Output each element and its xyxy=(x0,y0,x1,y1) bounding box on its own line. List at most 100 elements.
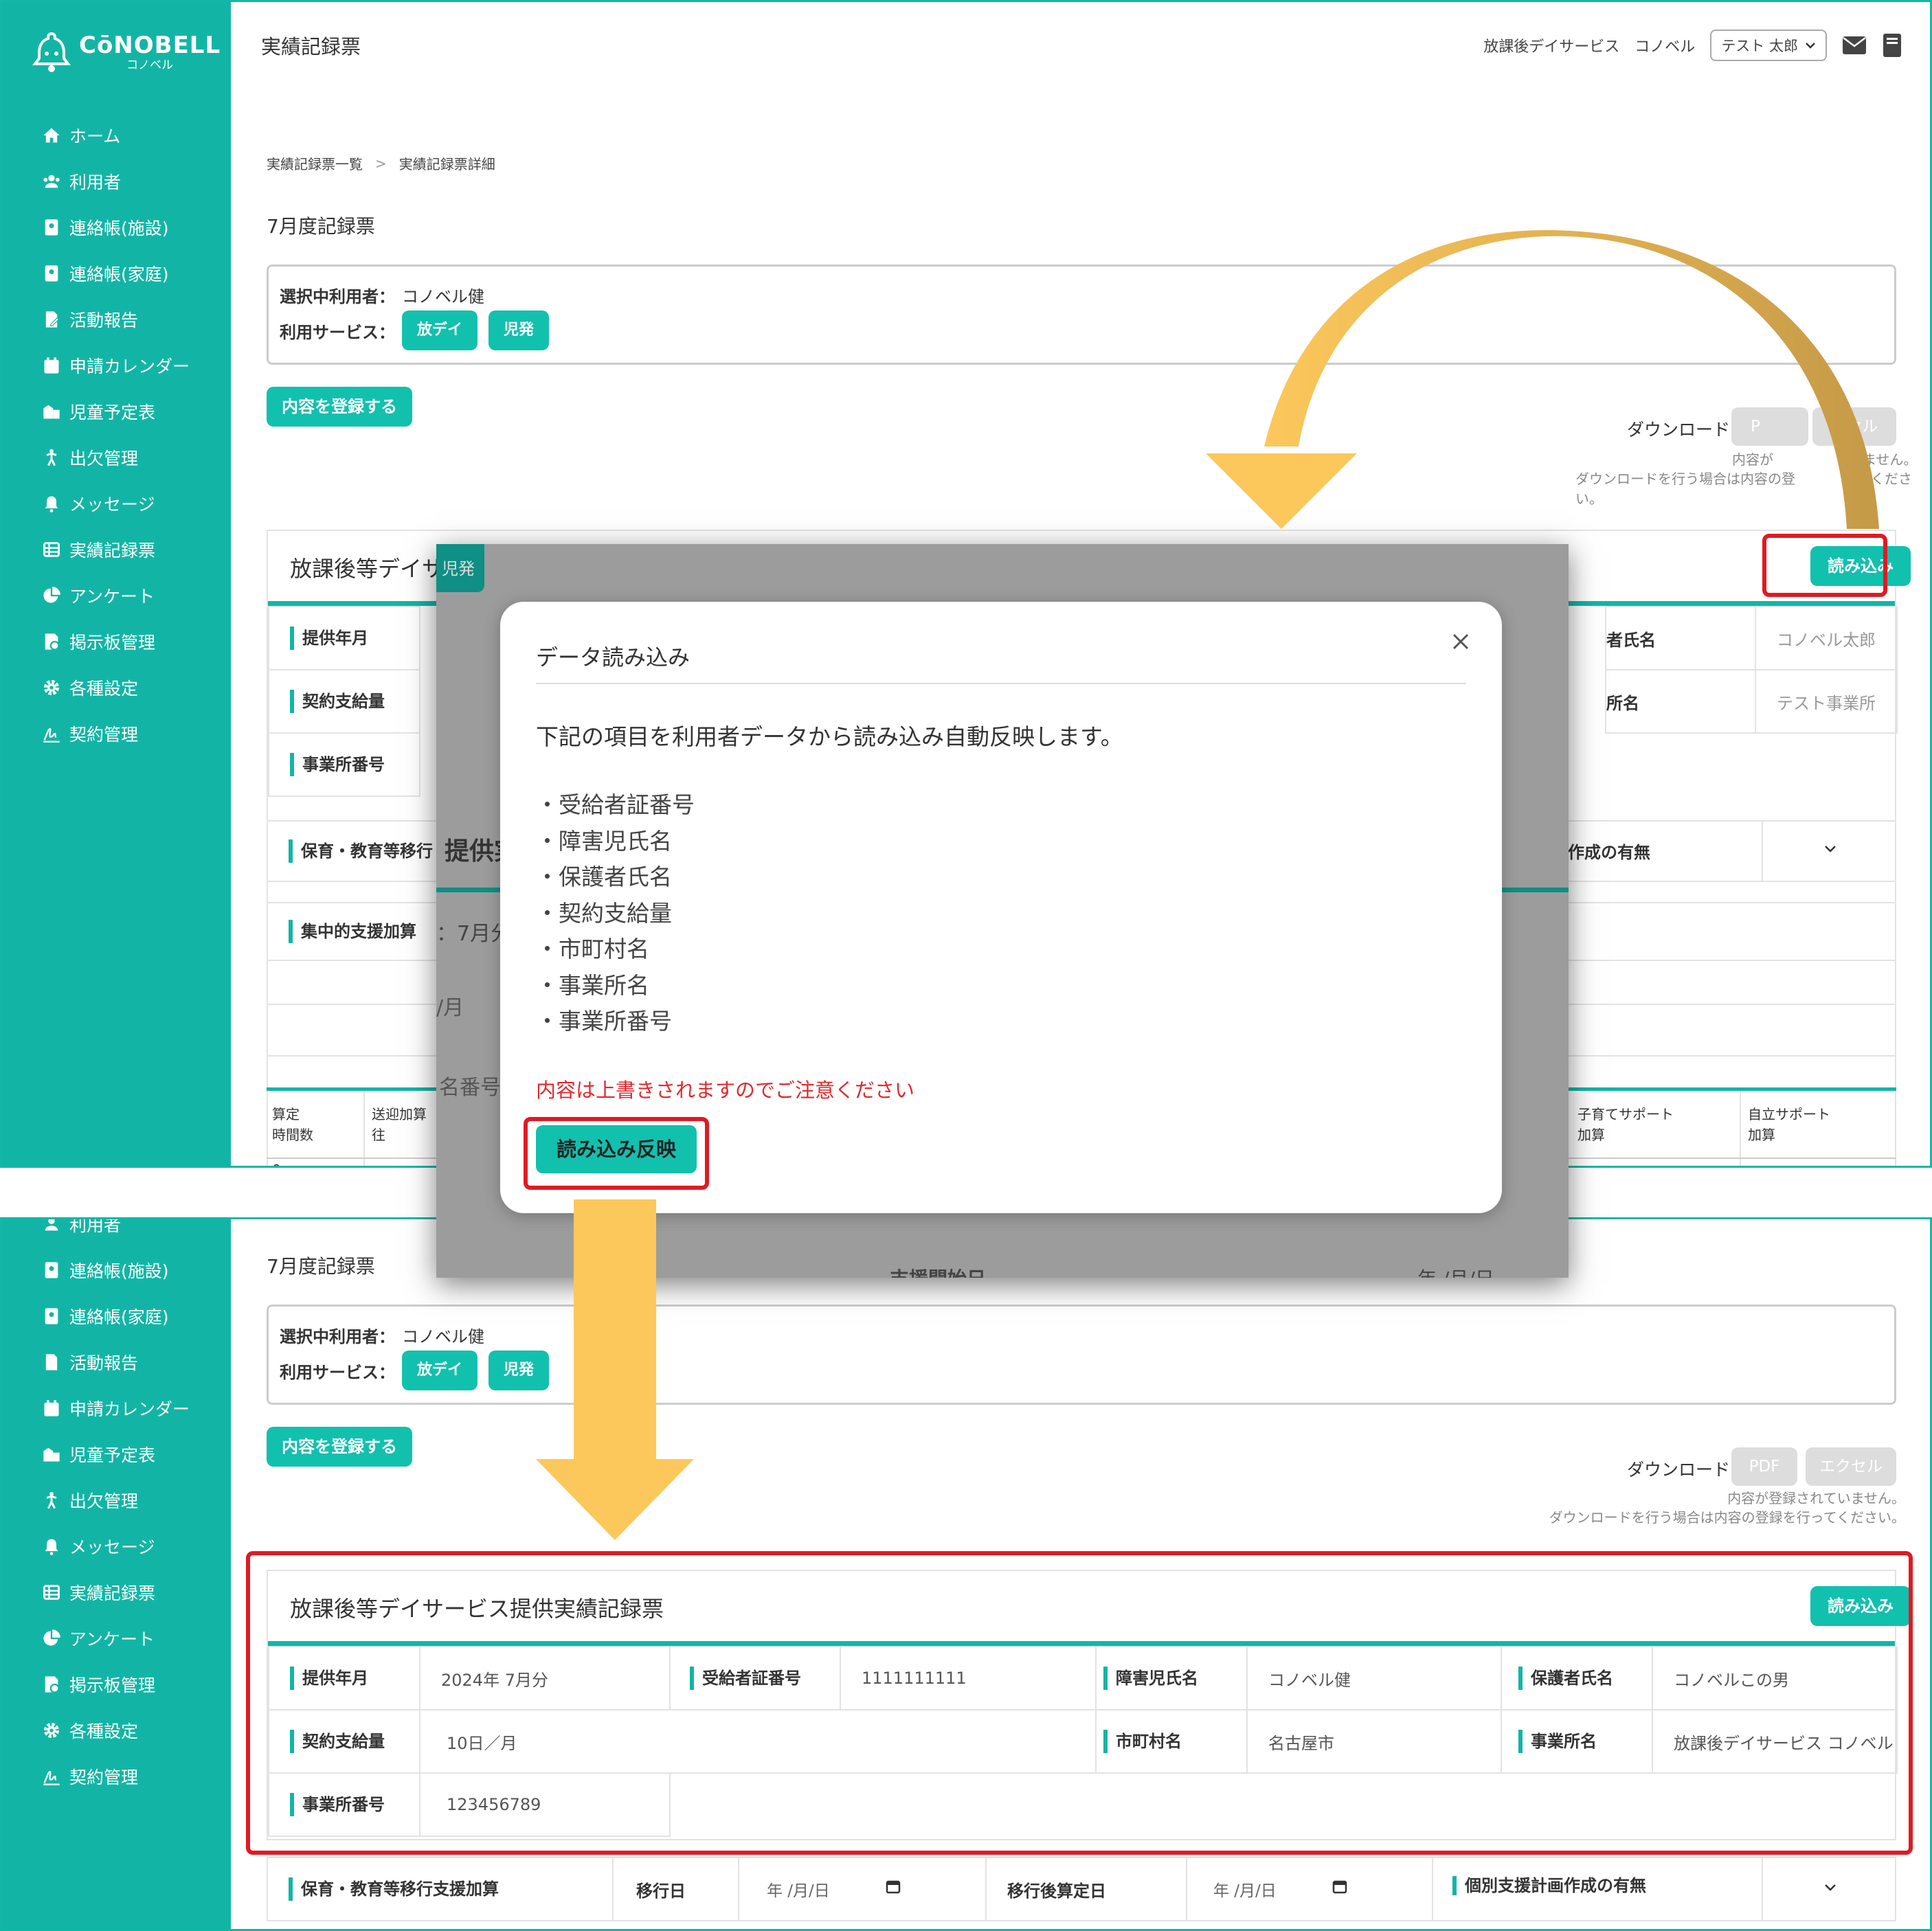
sidebar-item-contract[interactable]: 契約管理 xyxy=(42,1753,190,1799)
sidebar-item-label: 連絡帳(施設) xyxy=(69,218,169,238)
chevron-down-icon[interactable] xyxy=(1823,1883,1837,1893)
down-arrow-icon xyxy=(536,1199,694,1540)
service-label: 利用サービス： xyxy=(280,1362,395,1382)
service-chip-jihatsu[interactable]: 児発 xyxy=(488,310,550,350)
transition-date-input[interactable]: 年 /月/日 xyxy=(767,1877,830,1901)
sidebar-item-label: 掲示板管理 xyxy=(69,632,156,653)
register-button[interactable]: 内容を登録する xyxy=(267,387,412,427)
sidebar-item-label: 利用者 xyxy=(69,172,122,192)
breadcrumb-current: 実績記録票詳細 xyxy=(398,156,495,172)
sidebar-item-label: 実績記録票 xyxy=(69,540,156,561)
sidebar-item-activity-report[interactable]: 活動報告 xyxy=(42,296,190,342)
calendar-icon[interactable] xyxy=(1332,1879,1347,1894)
sidebar-item-board[interactable]: 掲示板管理 xyxy=(42,618,190,664)
sidebar-item-label: 児童予定表 xyxy=(69,1445,156,1465)
service-chip-hoday[interactable]: 放デイ xyxy=(402,1351,478,1390)
selection-box: 選択中利用者： コノベル健 利用サービス： 放デイ 児発 xyxy=(267,1305,1896,1405)
list-item: ・事業所名 xyxy=(536,971,649,999)
sidebar-item-message[interactable]: メッセージ xyxy=(42,1523,190,1569)
register-button[interactable]: 内容を登録する xyxy=(267,1427,412,1467)
ghost-chip-label: 児発 xyxy=(442,559,475,578)
sidebar-item-schedule[interactable]: 児童予定表 xyxy=(42,1431,190,1477)
sidebar-item-settings[interactable]: 各種設定 xyxy=(42,664,190,710)
sidebar-item-notebook-home[interactable]: 連絡帳(家庭) xyxy=(42,250,190,296)
table-head-col4: 自立サポート 加算 xyxy=(1748,1106,1830,1143)
sidebar-item-notebook-facility[interactable]: 連絡帳(施設) xyxy=(42,1247,190,1293)
breadcrumb-parent[interactable]: 実績記録票一覧 xyxy=(267,153,363,173)
sidebar-item-attendance[interactable]: 出欠管理 xyxy=(42,434,190,480)
building-icon xyxy=(43,405,60,418)
excel-button[interactable]: エクセル xyxy=(1806,1447,1896,1486)
sidebar-item-settings[interactable]: 各種設定 xyxy=(42,1707,190,1753)
sidebar-item-users[interactable]: 利用者 xyxy=(42,158,190,204)
ghost-date: 年 /月/日 xyxy=(1417,1264,1494,1278)
plan-select-divider xyxy=(1762,822,1763,881)
sidebar-item-records[interactable]: 実績記録票 xyxy=(42,526,190,572)
selected-user-label: 選択中利用者： xyxy=(280,1327,395,1346)
list-item: ・障害児氏名 xyxy=(536,827,672,855)
chevron-down-icon[interactable] xyxy=(1823,844,1837,854)
sidebar-item-calendar[interactable]: 申請カレンダー xyxy=(42,1385,190,1431)
screenshot-after: 利用者 連絡帳(施設) 連絡帳(家庭) 活動報告 申請カレンダー 児童予定表 出… xyxy=(0,1217,1932,1931)
sidebar-item-label: アンケート xyxy=(69,1629,155,1649)
report-icon xyxy=(45,310,60,328)
label-text: 個別支援計画作成の有無 xyxy=(1452,1876,1646,1895)
col-divider xyxy=(738,1858,739,1920)
load-data-modal: データ読み込み 下記の項目を利用者データから読み込み自動反映します。 ・受給者証… xyxy=(500,602,1502,1213)
field-office-label: 所名 xyxy=(1605,669,1756,734)
download-note: 内容が登録されていません。 ダウンロードを行う場合は内容の登録を行ってください。 xyxy=(1549,1489,1905,1527)
sidebar-item-home[interactable]: ホーム xyxy=(42,112,190,158)
service-label: 利用サービス： xyxy=(280,322,395,342)
pdf-button[interactable]: PDF xyxy=(1731,1447,1797,1486)
sidebar-item-survey[interactable]: アンケート xyxy=(42,1615,190,1661)
sidebar-item-board[interactable]: 掲示板管理 xyxy=(42,1661,190,1707)
field-guardian-label: 者氏名 xyxy=(1605,606,1756,670)
sidebar-item-notebook-home[interactable]: 連絡帳(家庭) xyxy=(42,1293,190,1339)
sidebar-item-contract[interactable]: 契約管理 xyxy=(42,710,190,756)
building-icon xyxy=(43,1447,60,1461)
field-provide-month-label: 提供年月 xyxy=(268,606,420,670)
field-guardian-value: コノベル太郎 xyxy=(1755,606,1898,670)
table-icon xyxy=(43,1584,60,1600)
sidebar-item-notebook-facility[interactable]: 連絡帳(施設) xyxy=(42,204,190,250)
sidebar-item-schedule[interactable]: 児童予定表 xyxy=(42,388,190,434)
breadcrumb: 実績記録票一覧 > 実績記録票詳細 xyxy=(267,153,495,173)
label-text: 契約支給量 xyxy=(290,690,385,713)
calendar-icon[interactable] xyxy=(886,1879,901,1894)
sidebar-item-label: 連絡帳(家庭) xyxy=(69,264,169,284)
gear-icon xyxy=(43,1722,60,1738)
sidebar-item-label: メッセージ xyxy=(69,494,155,515)
sidebar-item-records[interactable]: 実績記録票 xyxy=(42,1569,190,1615)
sidebar-item-label: 契約管理 xyxy=(69,724,139,745)
signature-icon xyxy=(43,727,60,743)
download-label: ダウンロード: xyxy=(1627,1460,1736,1480)
bell-logo-icon xyxy=(32,32,71,72)
sidebar-item-survey[interactable]: アンケート xyxy=(42,572,190,618)
sidebar-item-message[interactable]: メッセージ xyxy=(42,480,190,526)
report-icon xyxy=(45,1353,58,1370)
sidebar-item-label: 掲示板管理 xyxy=(69,1675,156,1695)
calendar-icon xyxy=(44,1399,59,1416)
field-contract-label: 契約支給量 xyxy=(268,669,420,734)
sidebar-item-attendance[interactable]: 出欠管理 xyxy=(42,1477,190,1523)
label-text: 所名 xyxy=(1606,693,1639,713)
after-date-input[interactable]: 年 /月/日 xyxy=(1213,1877,1277,1901)
sidebar-item-users[interactable]: 利用者 xyxy=(42,1219,190,1247)
list-item: ・市町村名 xyxy=(536,936,649,962)
col-divider xyxy=(985,1858,987,1920)
sidebar-item-label: メッセージ xyxy=(69,1537,155,1557)
brand-name: CōNOBELL xyxy=(79,31,221,59)
sidebar-item-activity-report[interactable]: 活動報告 xyxy=(42,1339,190,1385)
highlight-load-button xyxy=(1762,534,1887,597)
field-office-no-label: 事業所番号 xyxy=(268,732,420,797)
table-head-col1: 算定 時間数 xyxy=(272,1106,313,1143)
list-item: ・保護者氏名 xyxy=(536,863,672,890)
service-chip-hoday[interactable]: 放デイ xyxy=(402,310,478,350)
sidebar-item-label: 出欠管理 xyxy=(69,1491,139,1511)
col-divider xyxy=(363,1091,365,1166)
sidebar-nav: 利用者 連絡帳(施設) 連絡帳(家庭) 活動報告 申請カレンダー 児童予定表 出… xyxy=(42,1219,190,1799)
list-item: ・受給者証番号 xyxy=(536,791,695,818)
ghost-support-start: 支援開始日 xyxy=(890,1264,986,1278)
sidebar-item-calendar[interactable]: 申請カレンダー xyxy=(42,342,190,388)
close-icon[interactable] xyxy=(1446,626,1476,657)
